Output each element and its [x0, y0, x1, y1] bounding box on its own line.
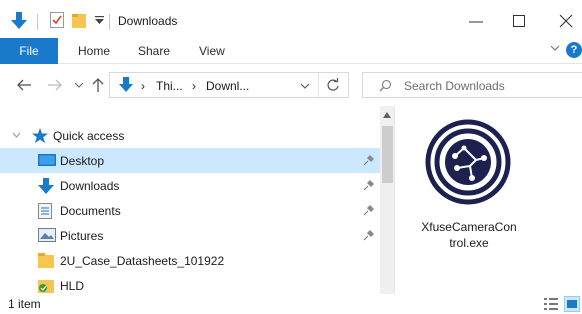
hld-folder-icon	[38, 280, 54, 293]
breadcrumb-this-pc[interactable]: Thi...	[156, 79, 183, 93]
search-placeholder: Search Downloads	[404, 79, 505, 93]
nav-item-label: HLD	[60, 279, 85, 293]
pane-divider[interactable]	[394, 106, 395, 294]
xfuse-app-icon	[425, 119, 511, 205]
refresh-icon[interactable]	[326, 78, 340, 92]
folder-icon	[38, 253, 54, 268]
download-arrow-icon[interactable]	[11, 12, 27, 30]
close-icon[interactable]	[554, 9, 578, 33]
new-folder-icon[interactable]	[72, 11, 90, 29]
nav-item-label: Documents	[60, 204, 121, 218]
maximize-icon[interactable]	[507, 9, 531, 33]
file-item-xfuse-camera-control[interactable]: XfuseCameraCon trol.exe	[416, 118, 522, 258]
nav-item-label: 2U_Case_Datasheets_101922	[60, 254, 225, 268]
back-arrow-icon[interactable]	[16, 77, 32, 93]
star-icon	[32, 128, 48, 143]
scroll-up-arrow-icon[interactable]	[383, 112, 391, 118]
nav-item-label: Desktop	[60, 154, 105, 168]
tab-file[interactable]: File	[0, 38, 58, 64]
collapse-chevron-icon[interactable]	[12, 132, 21, 139]
search-icon	[379, 79, 392, 92]
large-icons-view-icon[interactable]	[564, 296, 580, 312]
pin-icon[interactable]	[363, 204, 375, 216]
quick-access-header[interactable]: Quick access	[0, 123, 380, 148]
help-button[interactable]: ?	[566, 42, 582, 58]
nav-item-label: Downloads	[60, 179, 120, 193]
address-bar[interactable]: › Thi... › Downl...	[109, 72, 349, 98]
tab-view[interactable]: View	[199, 44, 225, 58]
tab-home[interactable]: Home	[78, 44, 110, 58]
nav-item-documents[interactable]: Documents	[0, 198, 380, 223]
documents-icon	[38, 203, 52, 219]
scrollbar-thumb[interactable]	[382, 126, 393, 183]
status-bar: 1 item	[0, 294, 582, 314]
search-input[interactable]: Search Downloads	[362, 72, 582, 98]
recent-locations-chevron-icon[interactable]	[74, 81, 84, 89]
desktop-icon	[38, 154, 56, 166]
expand-ribbon-chevron-icon[interactable]	[549, 42, 561, 54]
minimize-icon[interactable]	[464, 9, 488, 33]
quick-access-label: Quick access	[53, 129, 125, 143]
downloads-icon	[38, 178, 54, 194]
ribbon-tabs: File Home Share View ?	[0, 38, 582, 64]
customize-toolbar-icon[interactable]	[95, 16, 104, 25]
address-dropdown-chevron-icon[interactable]	[300, 82, 310, 90]
nav-item-2u-case-datasheets[interactable]: 2U_Case_Datasheets_101922	[0, 248, 380, 273]
address-divider	[318, 73, 319, 97]
window-title: Downloads	[118, 14, 178, 28]
properties-icon[interactable]	[50, 12, 64, 28]
breadcrumb-downloads[interactable]: Downl...	[206, 79, 249, 93]
pin-icon[interactable]	[363, 229, 375, 241]
nav-item-downloads[interactable]: Downloads	[0, 173, 380, 198]
breadcrumb-separator: ›	[192, 79, 196, 93]
navigation-pane: Quick access Desktop Downloads Documents…	[0, 106, 394, 294]
file-name: XfuseCameraCon trol.exe	[416, 219, 522, 251]
file-name-line: XfuseCameraCon	[421, 220, 517, 234]
details-view-icon[interactable]	[543, 296, 559, 312]
tab-share[interactable]: Share	[138, 44, 170, 58]
item-count: 1 item	[8, 297, 41, 311]
pin-icon[interactable]	[363, 154, 375, 166]
pictures-icon	[38, 228, 56, 242]
nav-item-desktop[interactable]: Desktop	[0, 148, 380, 173]
downloads-location-icon	[119, 77, 133, 92]
up-arrow-icon[interactable]	[91, 77, 105, 93]
nav-item-pictures[interactable]: Pictures	[0, 223, 380, 248]
file-name-line: trol.exe	[449, 236, 489, 250]
title-separator	[37, 14, 38, 30]
pin-icon[interactable]	[363, 179, 375, 191]
breadcrumb-separator: ›	[141, 79, 145, 93]
title-separator	[109, 14, 110, 30]
title-bar: Downloads	[0, 0, 582, 38]
forward-arrow-icon[interactable]	[47, 77, 63, 93]
nav-item-label: Pictures	[60, 229, 104, 243]
